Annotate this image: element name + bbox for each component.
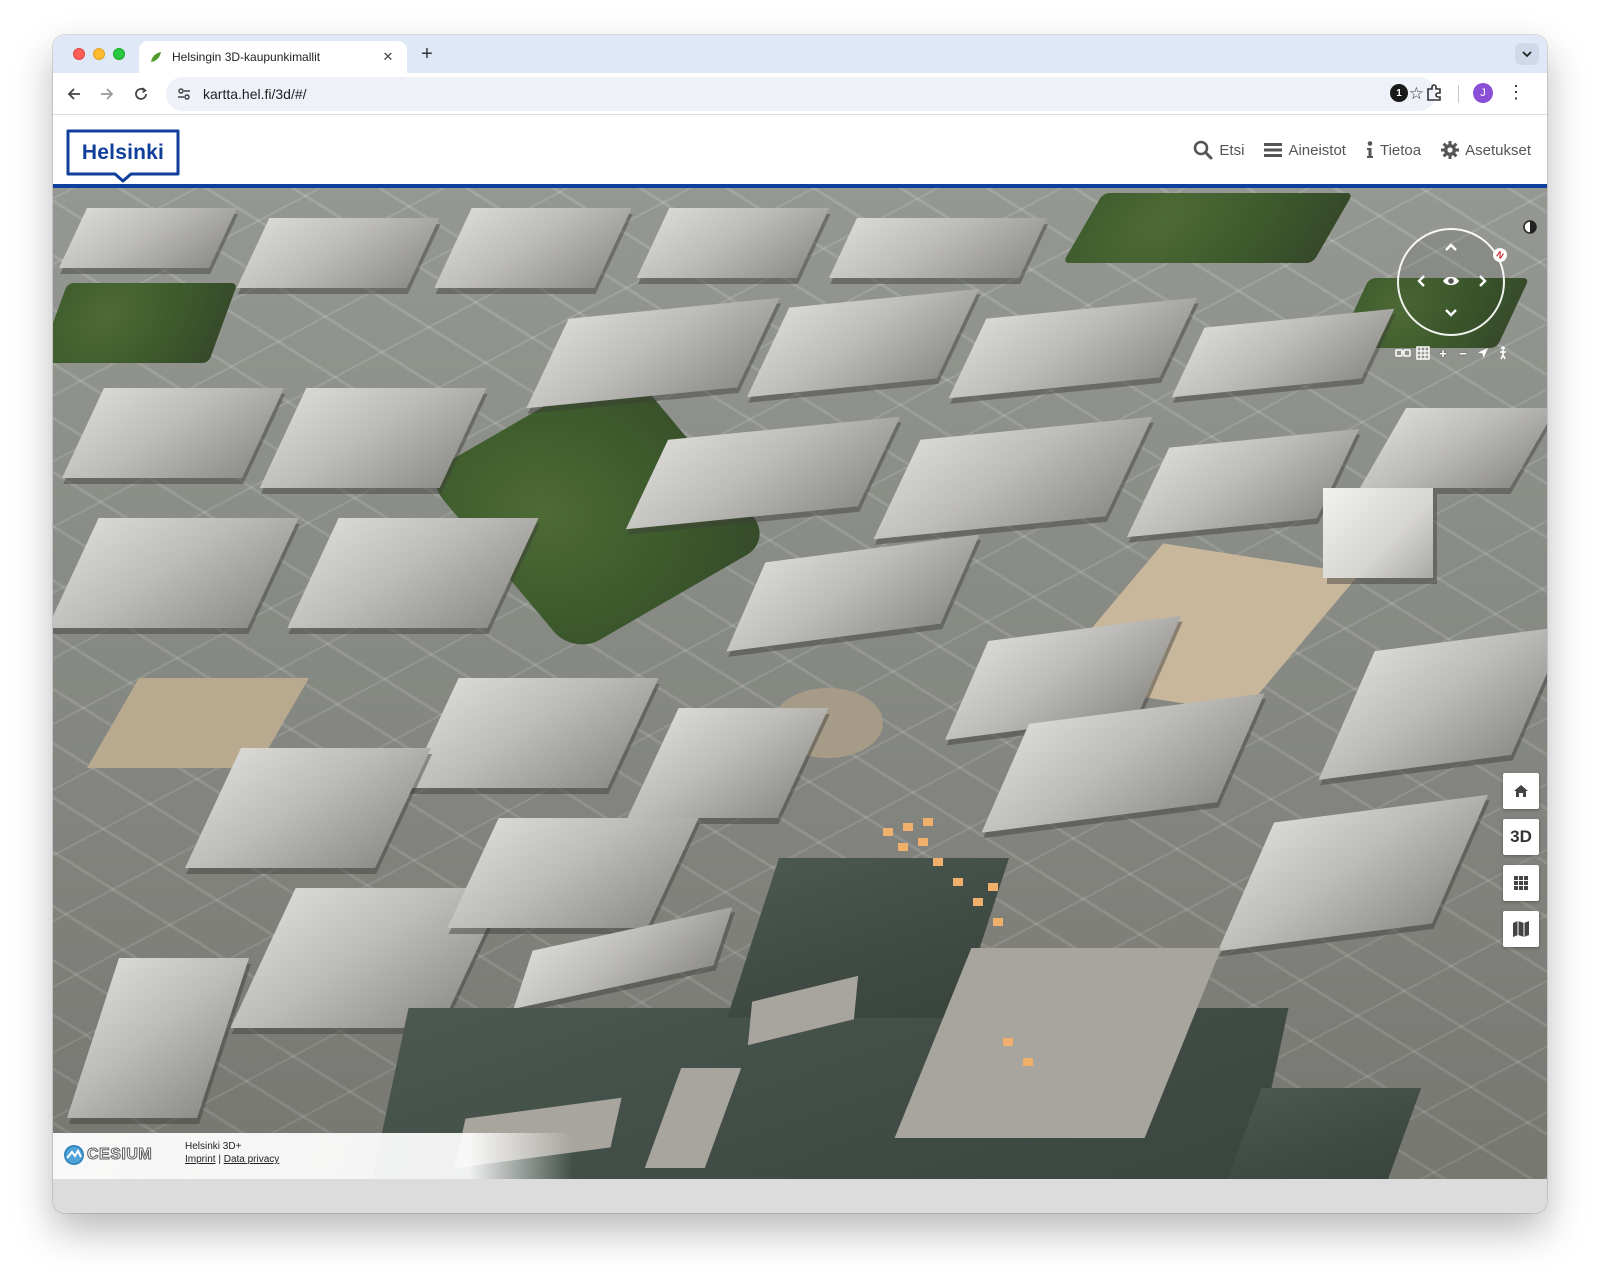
park-area bbox=[53, 283, 238, 363]
extensions-puzzle-icon[interactable] bbox=[1423, 82, 1445, 104]
credit-text: Helsinki 3D+ Imprint | Data privacy bbox=[185, 1140, 279, 1166]
building bbox=[236, 218, 440, 288]
dataset-name: Helsinki 3D+ bbox=[185, 1141, 242, 1152]
forward-button[interactable] bbox=[96, 83, 118, 105]
browser-menu-icon[interactable]: ⋮ bbox=[1507, 82, 1525, 104]
2d-map-button[interactable] bbox=[1503, 911, 1539, 947]
info-icon bbox=[1366, 141, 1373, 158]
nav-datasets[interactable]: Aineistot bbox=[1264, 142, 1346, 159]
view-tools-row: + − bbox=[1395, 345, 1511, 361]
nav-datasets-label: Aineistot bbox=[1288, 141, 1346, 159]
arrow-left-icon bbox=[67, 88, 80, 100]
close-tab-icon[interactable]: ✕ bbox=[379, 49, 397, 65]
bookmark-star-icon[interactable]: ☆ bbox=[1409, 84, 1424, 104]
site-settings-icon[interactable] bbox=[176, 86, 192, 102]
rotate-right-icon[interactable] bbox=[1475, 274, 1491, 290]
grid-toggle-icon[interactable] bbox=[1415, 345, 1431, 361]
building bbox=[636, 208, 830, 278]
toolbar-divider bbox=[1458, 85, 1459, 103]
cesium-logo[interactable]: CESIUM bbox=[64, 1145, 152, 1165]
logo-text: Helsinki bbox=[81, 141, 165, 164]
3d-map-viewport[interactable]: N + − 3D CESIUM Helsinki 3D+ Imprint | D… bbox=[53, 188, 1547, 1179]
profile-avatar[interactable]: J bbox=[1473, 83, 1493, 103]
gear-icon bbox=[1441, 141, 1460, 159]
3d-mode-button[interactable]: 3D bbox=[1503, 819, 1539, 855]
contrast-toggle-icon[interactable] bbox=[1523, 220, 1537, 234]
link-separator: | bbox=[215, 1154, 224, 1165]
browser-window: Helsingin 3D-kaupunkimallit ✕ + kartta.h… bbox=[53, 35, 1547, 1213]
map-side-toolbar: 3D bbox=[1503, 773, 1539, 947]
market-stall bbox=[883, 828, 893, 836]
tab-strip: Helsingin 3D-kaupunkimallit ✕ + bbox=[53, 35, 1547, 73]
data-privacy-link[interactable]: Data privacy bbox=[224, 1154, 280, 1165]
new-tab-button[interactable]: + bbox=[415, 43, 439, 67]
nav-settings[interactable]: Asetukset bbox=[1441, 141, 1531, 159]
rotate-left-icon[interactable] bbox=[1413, 274, 1429, 290]
market-stall bbox=[953, 878, 963, 886]
tilt-up-icon[interactable] bbox=[1443, 240, 1459, 256]
credit-links: Imprint | Data privacy bbox=[185, 1153, 279, 1166]
grid-icon bbox=[1514, 876, 1528, 890]
menu-icon bbox=[1264, 143, 1283, 157]
park-area bbox=[1062, 193, 1354, 263]
cesium-wordmark: CESIUM bbox=[86, 1146, 153, 1164]
railway-station bbox=[829, 218, 1047, 278]
market-stall bbox=[923, 818, 933, 826]
arrow-right-icon bbox=[101, 88, 114, 100]
reload-button[interactable] bbox=[130, 83, 152, 105]
window-controls bbox=[73, 48, 125, 60]
nav-info-label: Tietoa bbox=[1379, 141, 1422, 159]
imprint-link[interactable]: Imprint bbox=[185, 1154, 216, 1165]
maximize-window-button[interactable] bbox=[113, 48, 125, 60]
extension-badge-icon[interactable]: 1 bbox=[1390, 84, 1408, 102]
home-view-button[interactable] bbox=[1503, 773, 1539, 809]
search-icon bbox=[1194, 140, 1213, 160]
market-stall bbox=[973, 898, 983, 906]
layer-grid-button[interactable] bbox=[1503, 865, 1539, 901]
helsinki-cathedral bbox=[1323, 488, 1433, 578]
cesium-globe-icon bbox=[64, 1145, 84, 1165]
address-bar[interactable]: kartta.hel.fi/3d/#/ ☆ bbox=[166, 77, 1436, 111]
chevron-down-icon bbox=[1522, 50, 1532, 57]
nav-settings-label: Asetukset bbox=[1465, 141, 1531, 159]
market-stall bbox=[993, 918, 1003, 926]
window-bottom-edge bbox=[53, 1179, 1547, 1213]
reload-icon bbox=[135, 87, 147, 100]
zoom-out-icon[interactable]: − bbox=[1455, 345, 1471, 361]
close-window-button[interactable] bbox=[73, 48, 85, 60]
navigation-compass[interactable]: N bbox=[1397, 228, 1510, 336]
back-button[interactable] bbox=[63, 83, 85, 105]
tab-title: Helsingin 3D-kaupunkimallit bbox=[172, 50, 321, 64]
market-stall bbox=[898, 843, 908, 851]
url-text: kartta.hel.fi/3d/#/ bbox=[203, 86, 307, 102]
tab-search-button[interactable] bbox=[1515, 43, 1539, 65]
main-nav: Etsi Aineistot Tietoa Asetukset bbox=[1193, 140, 1531, 160]
leaf-favicon-icon bbox=[149, 50, 163, 64]
minimize-window-button[interactable] bbox=[93, 48, 105, 60]
market-stall bbox=[918, 838, 928, 846]
nav-search[interactable]: Etsi bbox=[1193, 140, 1244, 160]
pedestrian-icon[interactable] bbox=[1495, 345, 1511, 361]
market-stall bbox=[1023, 1058, 1033, 1066]
zoom-in-icon[interactable]: + bbox=[1435, 345, 1451, 361]
tilt-down-icon[interactable] bbox=[1443, 306, 1459, 322]
browser-toolbar: kartta.hel.fi/3d/#/ ☆ 1 J ⋮ bbox=[53, 73, 1547, 115]
market-stall bbox=[933, 858, 943, 866]
eye-icon[interactable] bbox=[1442, 274, 1460, 288]
nav-search-label: Etsi bbox=[1219, 141, 1245, 159]
glasses-icon[interactable] bbox=[1395, 345, 1411, 361]
market-stall bbox=[903, 823, 913, 831]
nav-info[interactable]: Tietoa bbox=[1366, 141, 1421, 159]
map-credits: CESIUM Helsinki 3D+ Imprint | Data priva… bbox=[53, 1133, 573, 1179]
helsinki-logo[interactable]: Helsinki bbox=[65, 128, 181, 183]
home-icon bbox=[1514, 785, 1528, 797]
map-icon bbox=[1513, 921, 1529, 937]
market-stall bbox=[1003, 1038, 1013, 1046]
building bbox=[59, 208, 237, 268]
locate-arrow-icon[interactable] bbox=[1475, 345, 1491, 361]
site-header: Helsinki Etsi Aineistot Tietoa Asetukset bbox=[53, 115, 1547, 188]
browser-tab[interactable]: Helsingin 3D-kaupunkimallit ✕ bbox=[139, 41, 407, 73]
market-stall bbox=[988, 883, 998, 891]
